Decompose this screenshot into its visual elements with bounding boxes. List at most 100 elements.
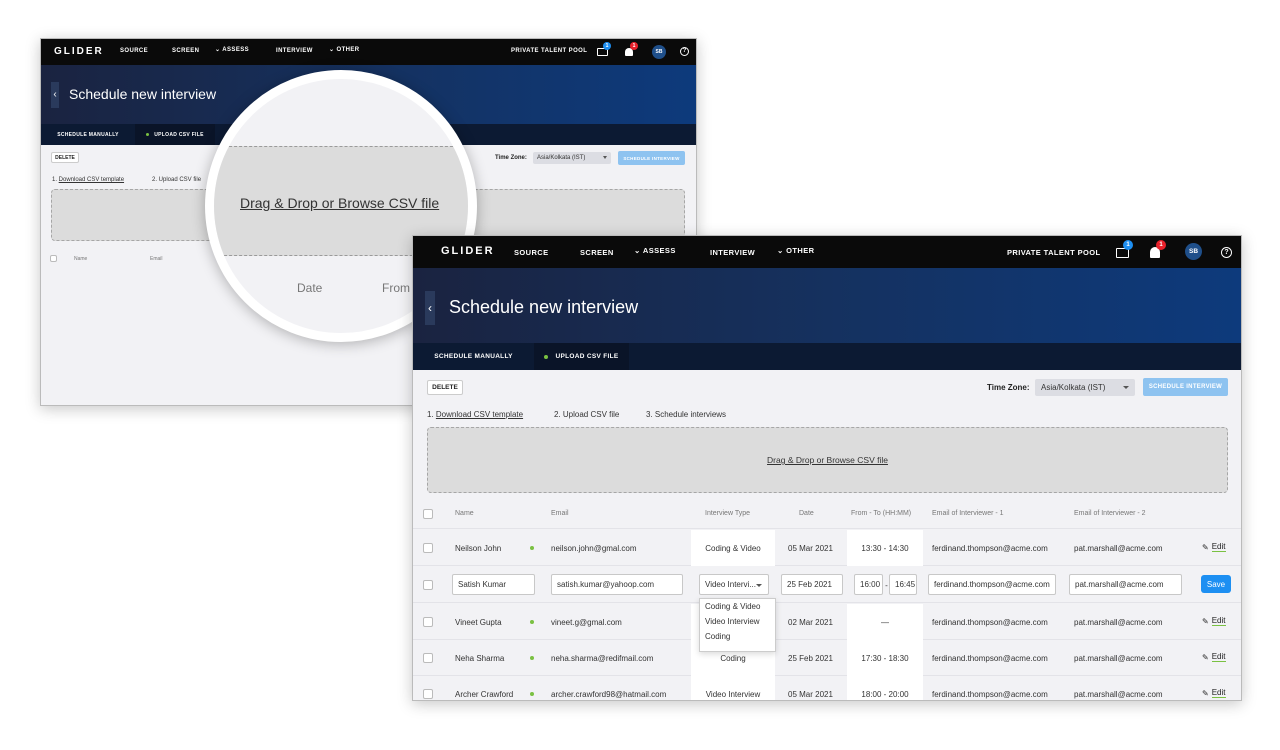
page-header-banner: ‹ Schedule new interview	[413, 268, 1241, 343]
edit-button[interactable]: ✎ Edit	[1202, 652, 1226, 662]
dropdown-option[interactable]: Coding	[700, 629, 775, 644]
row-interviewer-2: pat.marshall@acme.com	[1074, 617, 1163, 627]
edit-button[interactable]: ✎ Edit	[1202, 542, 1226, 552]
tab-schedule-manually[interactable]: SCHEDULE MANUALLY	[41, 124, 135, 145]
row-interviewer-2: pat.marshall@acme.com	[1074, 543, 1163, 553]
edit-label: Edit	[1211, 616, 1226, 626]
nav-private-talent-pool[interactable]: PRIVATE TALENT POOL	[511, 48, 587, 54]
row-checkbox[interactable]	[423, 543, 433, 553]
row-date: 05 Mar 2021	[788, 689, 833, 699]
inbox-badge: 1	[603, 42, 611, 50]
avatar[interactable]: SB	[652, 45, 666, 59]
timezone-label: Time Zone:	[987, 383, 1030, 392]
row-date: 05 Mar 2021	[788, 543, 833, 553]
avatar[interactable]: SB	[1185, 243, 1202, 260]
pencil-icon: ✎	[1202, 652, 1209, 662]
help-icon[interactable]: ?	[680, 47, 689, 56]
glider-logo[interactable]: GLIDER	[441, 245, 495, 257]
nav-source[interactable]: SOURCE	[120, 48, 148, 54]
row-time: —	[847, 604, 923, 640]
column-header-name: Name	[455, 510, 474, 517]
download-template-link[interactable]: Download CSV template	[436, 410, 523, 419]
top-navigation-bar: GLIDER SOURCE SCREEN ⌄ ASSESS INTERVIEW …	[41, 39, 696, 65]
nav-assess[interactable]: ⌄ ASSESS	[634, 246, 676, 255]
row-name: Vineet Gupta	[455, 617, 502, 627]
edit-button[interactable]: ✎ Edit	[1202, 688, 1226, 698]
glider-logo[interactable]: GLIDER	[54, 46, 104, 57]
active-dot-icon	[146, 133, 150, 136]
chevron-down-icon: ⌄	[329, 47, 335, 53]
tab-schedule-manually[interactable]: SCHEDULE MANUALLY	[413, 343, 534, 370]
nav-other[interactable]: ⌄ OTHER	[777, 246, 814, 255]
csv-dropzone[interactable]: Drag & Drop or Browse CSV file	[427, 427, 1228, 493]
status-dot-icon	[530, 620, 534, 624]
nav-private-talent-pool[interactable]: PRIVATE TALENT POOL	[1007, 248, 1100, 257]
tab-upload-csv-label: UPLOAD CSV FILE	[154, 131, 204, 138]
timezone-value: Asia/Kolkata (IST)	[537, 155, 586, 161]
tab-upload-csv-label: UPLOAD CSV FILE	[555, 353, 619, 360]
step-2: 2. Upload CSV file	[152, 177, 202, 183]
back-button[interactable]: ‹	[51, 82, 59, 108]
row-checkbox[interactable]	[423, 580, 433, 590]
interview-type-select[interactable]: Video Intervi...	[699, 574, 769, 595]
nav-interview[interactable]: INTERVIEW	[276, 48, 313, 54]
help-icon[interactable]: ?	[1221, 247, 1232, 258]
timezone-select[interactable]: Asia/Kolkata (IST)	[1035, 379, 1135, 396]
nav-other[interactable]: ⌄ OTHER	[329, 46, 360, 53]
nav-assess-label: ASSESS	[222, 47, 250, 53]
page-title: Schedule new interview	[449, 297, 639, 317]
select-all-checkbox[interactable]	[423, 509, 433, 519]
row-time: 17:30 - 18:30	[847, 640, 923, 676]
row-interviewer-1: ferdinand.thompson@acme.com	[932, 617, 1048, 627]
magnified-drop-link[interactable]: Drag & Drop or Browse CSV file	[240, 195, 439, 211]
dropdown-option[interactable]: Video Interview	[700, 614, 775, 629]
row-time: 13:30 - 14:30	[847, 530, 923, 566]
date-input[interactable]: 25 Feb 2021	[781, 574, 843, 595]
dropdown-option[interactable]: Coding & Video	[700, 599, 775, 614]
timezone-select[interactable]: Asia/Kolkata (IST)	[533, 152, 611, 164]
schedule-interview-button[interactable]: SCHEDULE INTERVIEW	[618, 151, 685, 165]
status-dot-icon	[530, 546, 534, 550]
download-template-link[interactable]: Download CSV template	[59, 177, 124, 183]
top-navigation-bar: GLIDER SOURCE SCREEN ⌄ ASSESS INTERVIEW …	[413, 236, 1241, 268]
edit-button[interactable]: ✎ Edit	[1202, 616, 1226, 626]
to-time-input[interactable]: 16:45	[889, 574, 917, 595]
nav-assess-label: ASSESS	[642, 246, 676, 255]
interviewer-1-input[interactable]: ferdinand.thompson@acme.com	[928, 574, 1056, 595]
column-header-date: Date	[799, 510, 814, 517]
nav-other-label: OTHER	[336, 47, 360, 53]
email-input[interactable]: satish.kumar@yahoop.com	[551, 574, 683, 595]
delete-button[interactable]: DELETE	[51, 152, 79, 163]
select-all-checkbox[interactable]	[50, 255, 57, 262]
tab-upload-csv[interactable]: UPLOAD CSV FILE	[135, 124, 215, 145]
row-email: vineet.g@gmal.com	[551, 617, 622, 627]
delete-button[interactable]: DELETE	[427, 380, 463, 395]
nav-screen[interactable]: SCREEN	[172, 48, 199, 54]
nav-source[interactable]: SOURCE	[514, 248, 549, 257]
nav-assess[interactable]: ⌄ ASSESS	[215, 46, 249, 53]
inbox-badge: 1	[1123, 240, 1133, 250]
sub-tabs: SCHEDULE MANUALLY UPLOAD CSV FILE	[413, 343, 1241, 370]
row-checkbox[interactable]	[423, 689, 433, 699]
row-time: 18:00 - 20:00	[847, 676, 923, 700]
table-header-divider	[413, 528, 1241, 529]
pencil-icon: ✎	[1202, 616, 1209, 626]
row-checkbox[interactable]	[423, 617, 433, 627]
back-button[interactable]: ‹	[425, 291, 435, 325]
save-button[interactable]: Save	[1201, 575, 1231, 593]
nav-screen[interactable]: SCREEN	[580, 248, 614, 257]
nav-interview[interactable]: INTERVIEW	[710, 248, 755, 257]
name-input[interactable]: Satish Kumar	[452, 574, 535, 595]
interviewer-2-input[interactable]: pat.marshall@acme.com	[1069, 574, 1182, 595]
row-checkbox[interactable]	[423, 653, 433, 663]
from-time-input[interactable]: 16:00	[854, 574, 883, 595]
column-header-email: Email	[150, 256, 163, 262]
row-interview-type: Video Interview	[691, 676, 775, 700]
schedule-interview-button[interactable]: SCHEDULE INTERVIEW	[1143, 378, 1228, 396]
drop-browse-link[interactable]: Drag & Drop or Browse CSV file	[767, 455, 888, 465]
chevron-down-icon: ⌄	[777, 246, 784, 255]
interview-type-dropdown: Coding & Video Video Interview Coding	[699, 598, 776, 652]
chevron-down-icon: ⌄	[634, 246, 641, 255]
step-1-prefix: 1.	[52, 177, 59, 183]
tab-upload-csv[interactable]: UPLOAD CSV FILE	[534, 343, 629, 370]
